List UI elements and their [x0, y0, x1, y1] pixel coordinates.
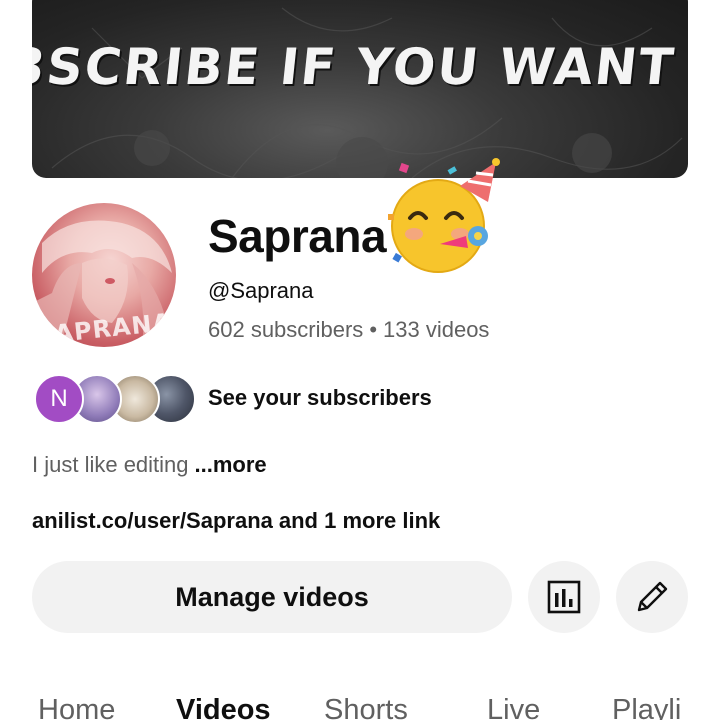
party-face-emoji-icon — [388, 158, 506, 274]
channel-description[interactable]: I just like editing ...more — [32, 451, 267, 479]
description-text: I just like editing — [32, 452, 189, 477]
edit-channel-button[interactable] — [616, 561, 688, 633]
manage-videos-button[interactable]: Manage videos — [32, 561, 512, 633]
video-count: 133 videos — [383, 317, 490, 342]
tab-live[interactable]: Live — [487, 690, 540, 720]
pencil-icon — [637, 581, 668, 612]
banner-text: 3SCRIBE IF YOU WANT I — [32, 38, 688, 96]
see-subscribers-link[interactable]: See your subscribers — [208, 384, 432, 412]
subscriber-avatar: N — [34, 374, 84, 424]
channel-handle: @Saprana — [208, 278, 314, 303]
tab-playlists[interactable]: Playli — [612, 690, 681, 720]
stats-separator: • — [369, 317, 378, 342]
channel-links[interactable]: anilist.co/user/Saprana and 1 more link — [32, 507, 440, 535]
tab-videos[interactable]: Videos — [176, 690, 271, 720]
channel-page: 3SCRIBE IF YOU WANT I SAPRANA Saprana @S… — [0, 0, 720, 720]
analytics-button[interactable] — [528, 561, 600, 633]
subscriber-count: 602 subscribers — [208, 317, 364, 342]
bar-chart-icon — [547, 580, 581, 614]
channel-link[interactable]: anilist.co/user/Saprana — [32, 508, 273, 533]
channel-name: Saprana — [208, 210, 387, 262]
tab-shorts[interactable]: Shorts — [324, 690, 408, 720]
channel-tabs: Home Videos Shorts Live Playli — [0, 690, 720, 720]
tab-home[interactable]: Home — [38, 690, 115, 720]
channel-banner[interactable]: 3SCRIBE IF YOU WANT I — [32, 0, 688, 178]
channel-stats: 602 subscribers • 133 videos — [208, 317, 489, 343]
more-links-text[interactable]: and 1 more link — [279, 508, 440, 533]
subscriber-avatars[interactable]: N — [34, 374, 196, 424]
channel-avatar[interactable]: SAPRANA — [32, 203, 176, 347]
description-more-link[interactable]: ...more — [195, 452, 267, 477]
